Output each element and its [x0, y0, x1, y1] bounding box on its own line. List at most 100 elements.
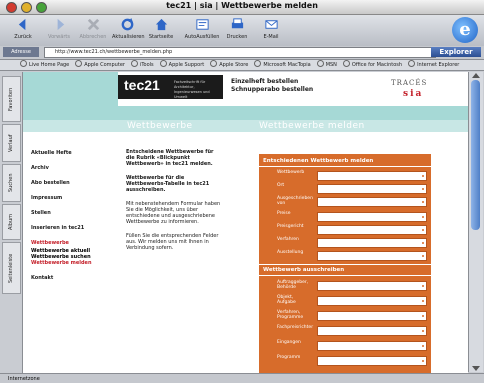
url-field[interactable]: http://www.tec21.ch/wettbewerbe_melden.p… — [44, 47, 436, 58]
favorite-link[interactable]: Microsoft MacTopia — [254, 60, 310, 70]
back-button[interactable]: Zurück — [8, 17, 38, 44]
field-label: Ausstellung — [277, 250, 304, 255]
intro-paragraph-1: Mit nebenstehendem Formular haben Sie di… — [126, 201, 221, 225]
nav-item-competitions[interactable]: Wettbewerbe — [31, 240, 111, 246]
header-band — [23, 106, 468, 120]
text-input[interactable] — [317, 225, 427, 235]
text-input[interactable] — [317, 238, 427, 248]
traces-logo[interactable]: TRACÉS — [391, 79, 427, 87]
home-button[interactable]: Startseite — [146, 17, 176, 44]
favorite-link[interactable]: Office for Macintosh — [343, 60, 402, 70]
stop-label: Abbrechen — [79, 34, 107, 40]
banner-right-title: Wettbewerbe melden — [259, 121, 365, 131]
favorite-link[interactable]: Apple Support — [160, 60, 205, 70]
tab-album[interactable]: Album — [2, 204, 21, 240]
form-row: Preisgericht — [263, 224, 427, 235]
favorite-link[interactable]: MSN — [317, 60, 337, 70]
refresh-icon — [121, 17, 133, 31]
form-divider — [259, 275, 431, 276]
field-label: Programm — [277, 355, 301, 360]
scroll-down-arrow-icon[interactable] — [472, 366, 480, 371]
tab-history[interactable]: Verlauf — [2, 124, 21, 162]
browser-toolbar: Zurück Vorwärts Abbrechen Aktualisieren … — [0, 15, 484, 47]
scroll-up-arrow-icon[interactable] — [472, 73, 480, 78]
nav-item-subscribe[interactable]: Abo bestellen — [31, 180, 111, 186]
tab-favorites[interactable]: Favoriten — [2, 76, 21, 122]
home-label: Startseite — [148, 34, 174, 40]
tab-sidebar[interactable]: Seitenleiste — [2, 242, 21, 294]
favorite-link[interactable]: Apple Store — [210, 60, 248, 70]
sia-logo[interactable]: sia — [403, 89, 423, 99]
nav-item-archive[interactable]: Archiv — [31, 165, 111, 171]
address-bar: Adresse http://www.tec21.ch/wettbewerbe_… — [0, 46, 484, 60]
text-input[interactable] — [317, 311, 427, 321]
window-title: tec21 | sia | Wettbewerbe melden — [166, 1, 318, 10]
favorites-bar: Live Home Page Apple Computer iTools App… — [0, 60, 484, 71]
mail-button[interactable]: E-Mail — [256, 17, 286, 44]
favorite-link[interactable]: Internet Explorer — [408, 60, 459, 70]
autofill-button[interactable]: AutoAusfüllen — [184, 17, 220, 44]
nav-item-imprint[interactable]: Impressum — [31, 195, 111, 201]
browser-window: tec21 | sia | Wettbewerbe melden Zurück … — [0, 0, 484, 383]
form-row: Preise — [263, 211, 427, 222]
forward-button[interactable]: Vorwärts — [44, 17, 74, 44]
form-row: Ort — [263, 183, 427, 194]
scroll-thumb[interactable] — [471, 80, 480, 230]
text-input[interactable] — [317, 184, 427, 194]
order-single-issue-link[interactable]: Einzelheft bestellen — [231, 78, 298, 85]
print-button[interactable]: Drucken — [222, 17, 252, 44]
site-header: tec21 Fachzeitschrift für Architektur, I… — [23, 72, 468, 106]
field-label: Objekt, Aufgabe — [277, 295, 296, 305]
back-arrow-icon — [18, 18, 25, 31]
field-label: Verfahren, Programme — [277, 310, 304, 320]
favorite-link[interactable]: iTools — [131, 60, 154, 70]
back-label: Zurück — [14, 34, 32, 40]
section-banner: Wettbewerbe Wettbewerbe melden — [23, 120, 468, 132]
form-section-report: Entschiedenen Wettbewerb melden — [263, 158, 374, 164]
text-input[interactable] — [317, 296, 427, 306]
tec21-logo[interactable]: tec21 Fachzeitschrift für Architektur, I… — [118, 75, 223, 99]
form-divider — [259, 166, 431, 167]
stop-button[interactable]: Abbrechen — [78, 17, 108, 44]
favorite-link[interactable]: Apple Computer — [75, 60, 125, 70]
form-row: Ausgeschrieben von — [263, 196, 427, 207]
text-input[interactable] — [317, 326, 427, 336]
nav-item-jobs[interactable]: Stellen — [31, 210, 111, 216]
text-input[interactable] — [317, 197, 427, 207]
text-input[interactable] — [317, 281, 427, 291]
status-bar: Internetzone — [0, 373, 484, 383]
text-input[interactable] — [317, 251, 427, 261]
form-row: Auftraggeber, Behörde — [263, 280, 427, 291]
text-input[interactable] — [317, 171, 427, 181]
form-row: Programm — [263, 355, 427, 366]
nav-sub-report-competitions[interactable]: Wettbewerbe melden — [31, 260, 111, 266]
field-label: Verfahren — [277, 237, 299, 242]
web-page: tec21 Fachzeitschrift für Architektur, I… — [23, 72, 468, 373]
tab-search[interactable]: Suchen — [2, 164, 21, 202]
field-label: Ort — [277, 183, 285, 188]
nav-subitems: Wettbewerbe aktuell Wettbewerbe suchen W… — [31, 248, 111, 266]
address-label: Adresse — [3, 47, 39, 57]
nav-item-contact[interactable]: Kontakt — [31, 275, 111, 281]
nav-item-current-issues[interactable]: Aktuelle Hefte — [31, 150, 111, 156]
text-input[interactable] — [317, 341, 427, 351]
text-input[interactable] — [317, 356, 427, 366]
field-label: Wettbewerb — [277, 170, 305, 175]
refresh-button[interactable]: Aktualisieren — [112, 17, 145, 44]
field-label: Preise — [277, 211, 291, 216]
form-row: Objekt, Aufgabe — [263, 295, 427, 306]
form-row: Verfahren, Programme — [263, 310, 427, 321]
nav-item-advertise[interactable]: Inserieren in tec21 — [31, 225, 111, 231]
banner-left-title: Wettbewerbe — [127, 121, 193, 131]
site-navigation: Aktuelle Hefte Archiv Abo bestellen Impr… — [31, 150, 111, 290]
title-bar: tec21 | sia | Wettbewerbe melden — [0, 0, 484, 15]
explorer-button[interactable]: Explorer — [431, 47, 481, 57]
explorer-bar-tabs: Favoriten Verlauf Suchen Album Seitenlei… — [0, 72, 23, 376]
favorite-link[interactable]: Live Home Page — [20, 60, 69, 70]
field-label: Eingangen — [277, 340, 301, 345]
order-trial-subscription-link[interactable]: Schnupperabo bestellen — [231, 86, 313, 93]
text-input[interactable] — [317, 212, 427, 222]
intro-heading-1: Entscheidene Wettbewerbe für die Rubrik … — [126, 149, 214, 167]
vertical-scrollbar[interactable] — [468, 72, 483, 372]
mail-label: E-Mail — [263, 34, 279, 40]
